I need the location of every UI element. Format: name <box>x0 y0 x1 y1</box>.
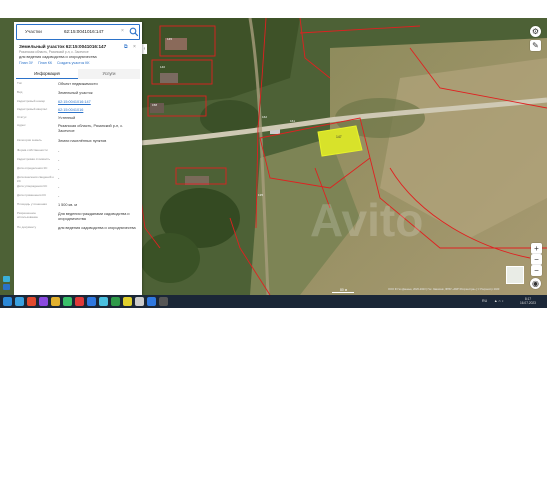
attribute-label: Разрешенное использование <box>17 211 38 219</box>
zoom-out-button[interactable]: − <box>531 254 542 265</box>
search-icon[interactable] <box>129 27 139 37</box>
taskbar-app-icon[interactable] <box>15 297 24 306</box>
attribute-value: для ведения садоводства и огородничества <box>58 226 136 230</box>
attribute-label: Вид <box>17 90 23 94</box>
tools-icon[interactable]: ✎ <box>530 40 541 51</box>
card-tabs: Информация Услуги <box>16 69 140 79</box>
taskbar-app-icon[interactable] <box>135 297 144 306</box>
attribute-value: Учтенный <box>58 116 76 120</box>
scale-label: 80 м <box>340 288 348 292</box>
taskbar-app-icon[interactable] <box>39 297 48 306</box>
taskbar-app-icon[interactable] <box>27 297 36 306</box>
taskbar-app-icon[interactable] <box>159 297 168 306</box>
plan-kk-link[interactable]: План КК <box>38 61 52 65</box>
attribute-label: По документу <box>17 225 37 229</box>
taskbar-app-icon[interactable] <box>99 297 108 306</box>
tab-info[interactable]: Информация <box>16 69 78 79</box>
tab-services[interactable]: Услуги <box>78 69 140 79</box>
copy-icon[interactable]: ⧉ <box>124 44 128 50</box>
attribute-label: Площадь уточненная <box>17 202 47 206</box>
app-icon[interactable] <box>3 284 10 290</box>
svg-text:145: 145 <box>167 37 172 41</box>
tray-language[interactable]: RU <box>482 299 487 303</box>
svg-text:158: 158 <box>152 103 157 107</box>
svg-text:Avito: Avito <box>310 194 423 246</box>
svg-text:135: 135 <box>258 193 263 197</box>
attribute-label: Кадастровый номер <box>17 99 46 103</box>
minimap[interactable] <box>506 266 524 284</box>
tray-icons[interactable]: ▲ ⌂ ♪ <box>494 299 504 303</box>
attribute-label: Дата применения КС <box>17 193 47 197</box>
attribute-value: 1 500 кв. м <box>58 203 77 207</box>
taskbar-app-icon[interactable] <box>87 297 96 306</box>
attribute-value: Земли населённых пунктов <box>58 139 107 143</box>
plan-zu-link[interactable]: План ЗУ <box>19 61 33 65</box>
map-copyright: ООО Ф Гео Данные, 2020-2023 | Гос. Заказ… <box>388 288 500 291</box>
close-icon[interactable]: × <box>133 44 136 50</box>
create-parcel-link[interactable]: Создать участок КК <box>57 61 89 65</box>
attribute-label: Категория земель <box>17 138 42 142</box>
card-use: для ведения садоводства и огородничества <box>19 55 97 59</box>
clear-icon[interactable]: × <box>121 28 124 34</box>
attribute-label: Кадастровая стоимость <box>17 157 51 161</box>
search-bar[interactable]: Участки 62:15:0041016:147 × <box>16 24 140 40</box>
taskbar: RU ▲ ⌂ ♪ 8:17 16.07.2023 <box>0 295 547 308</box>
attribute-label: Форма собственности <box>17 148 48 152</box>
svg-text:162: 162 <box>262 115 267 119</box>
attribute-label: Кадастровый квартал <box>17 107 48 111</box>
attribute-value: Объект недвижимости <box>58 82 98 86</box>
taskbar-app-icon[interactable] <box>75 297 84 306</box>
attribute-value: - <box>58 185 60 189</box>
attribute-value: - <box>58 194 60 198</box>
attribute-label: Дата определения КС <box>17 166 48 170</box>
start-button[interactable] <box>3 297 12 306</box>
attribute-value: Рязанская область, Рязанский р-н, с. Зас… <box>58 124 124 133</box>
screenshot: 145 140 158 161 162 135 Avito 147 ⚙ ✎ + … <box>0 0 547 480</box>
layers-icon[interactable]: ⚙ <box>530 26 541 37</box>
attribute-label: Адрес <box>17 123 26 127</box>
collapse-panel-button[interactable]: ‹ <box>142 44 147 54</box>
search-input[interactable]: 62:15:0041016:147 <box>64 29 104 34</box>
chat-icon[interactable] <box>3 276 10 282</box>
taskbar-app-icon[interactable] <box>147 297 156 306</box>
zoom-out-more-button[interactable]: − <box>531 265 542 276</box>
attribute-value-link[interactable]: 62:15:0041016:147 <box>58 100 138 105</box>
svg-text:161: 161 <box>290 119 295 123</box>
zoom-in-button[interactable]: + <box>531 243 542 254</box>
taskbar-app-icon[interactable] <box>123 297 132 306</box>
parcel-number-label: 147 <box>336 135 342 139</box>
svg-text:140: 140 <box>160 65 165 69</box>
attribute-value: Земельный участок <box>58 91 93 95</box>
attribute-value: - <box>58 158 60 162</box>
attribute-label: Тип <box>17 81 23 85</box>
attribute-label: Дата утверждения КС <box>17 184 48 188</box>
attribute-value: Для ведения гражданами садоводства и ого… <box>58 212 130 221</box>
card-title: Земельный участок 62:15:0041016:147 <box>19 44 107 49</box>
card-links: План ЗУ План КК Создать участок КК <box>19 61 93 65</box>
card-address: Рязанская область, Рязанский р-н, с. Зас… <box>19 50 89 54</box>
tray-clock[interactable]: 8:17 16.07.2023 <box>520 297 536 306</box>
attribute-value-link[interactable]: 62:15:0041016 <box>58 108 138 113</box>
attribute-value: - <box>58 176 60 180</box>
taskbar-app-icon[interactable] <box>51 297 60 306</box>
attribute-value: - <box>58 167 60 171</box>
tray-date: 16.07.2023 <box>520 301 536 306</box>
browser-viewport: 145 140 158 161 162 135 Avito 147 ⚙ ✎ + … <box>0 18 547 308</box>
attribute-value: - <box>58 149 60 153</box>
attribute-label: Статус <box>17 115 27 119</box>
taskbar-app-icon[interactable] <box>111 297 120 306</box>
search-type-select[interactable]: Участки <box>25 29 42 34</box>
scale-bar <box>332 292 354 293</box>
taskbar-app-icon[interactable] <box>63 297 72 306</box>
side-widget[interactable] <box>3 276 10 290</box>
info-panel: Участки 62:15:0041016:147 × Земельный уч… <box>14 22 142 295</box>
attribute-label: Дата внесения сведений о КС <box>17 175 54 183</box>
